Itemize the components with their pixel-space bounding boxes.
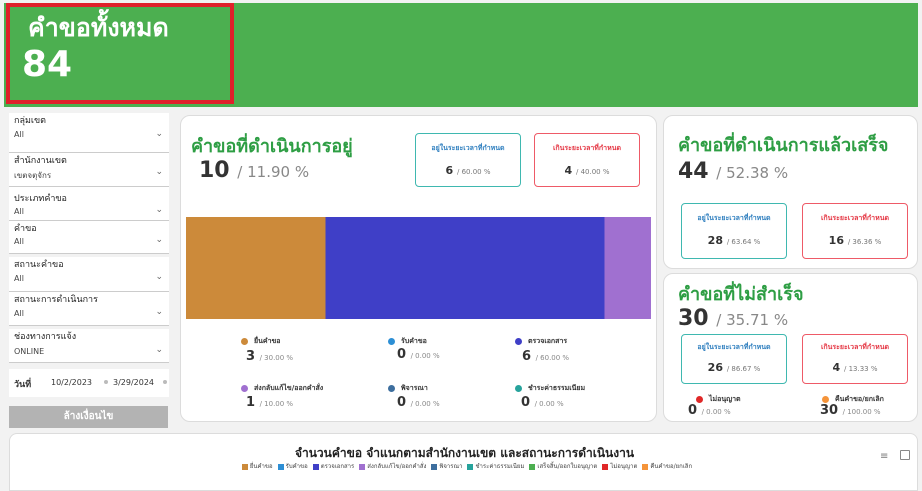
filter-district-office[interactable]: สำนักงานเขต เขตจตุจักร ⌄ bbox=[9, 153, 169, 187]
filter-request-type[interactable]: ประเภทคำขอ All ⌄ bbox=[9, 187, 169, 221]
chevron-down-icon: ⌄ bbox=[155, 345, 163, 355]
legend-dot-icon bbox=[388, 385, 395, 392]
in-progress-count: 10 / 11.90 % bbox=[199, 158, 310, 183]
legend-swatch-icon bbox=[642, 463, 649, 470]
legend-value: 0 / 0.00 % bbox=[521, 395, 564, 410]
in-progress-panel: คำขอที่ดำเนินการอยู่ 10 / 11.90 % อยู่ใน… bbox=[180, 115, 657, 422]
legend-value: 0 / 0.00 % bbox=[688, 403, 731, 418]
chevron-down-icon: ⌄ bbox=[155, 235, 163, 245]
legend-label: คืนคำขอ/ยกเลิก bbox=[650, 463, 693, 470]
date-range-filter: วันที่ 10/2/2023 3/29/2024 bbox=[9, 369, 169, 397]
chevron-down-icon: ⌄ bbox=[155, 272, 163, 282]
legend-swatch-icon bbox=[241, 463, 248, 470]
legend-swatch-icon bbox=[529, 463, 536, 470]
filter-district-group[interactable]: กลุ่มเขต All ⌄ bbox=[9, 113, 169, 153]
completed-title: คำขอที่ดำเนินการแล้วเสร็จ bbox=[678, 135, 889, 156]
legend-swatch-icon bbox=[467, 463, 474, 470]
total-requests-value: 84 bbox=[22, 44, 73, 85]
slider-handle[interactable] bbox=[104, 380, 108, 384]
filter-label: ประเภทคำขอ bbox=[14, 194, 67, 204]
completed-count: 44 / 52.38 % bbox=[678, 159, 789, 184]
legend-swatch-icon bbox=[312, 463, 319, 470]
filter-label: สำนักงานเขต bbox=[14, 156, 67, 166]
bar-segment-ตรวจเอกสาร[interactable] bbox=[325, 217, 605, 319]
filter-request[interactable]: คำขอ All ⌄ bbox=[9, 221, 169, 254]
legend-label: พิจารณา bbox=[439, 463, 463, 470]
legend-value: 1 / 10.00 % bbox=[246, 395, 294, 410]
legend-item: ยื่นคำขอ bbox=[241, 331, 281, 350]
legend-dot-icon bbox=[515, 385, 522, 392]
filter-value: เขตจตุจักร bbox=[14, 171, 52, 180]
failed-over-card: เกินระยะเวลาที่กำหนด 4 / 13.33 % bbox=[802, 334, 908, 384]
legend-item: ตรวจเอกสาร bbox=[515, 331, 567, 350]
chevron-down-icon: ⌄ bbox=[155, 205, 163, 215]
filter-channel[interactable]: ช่องทางการแจ้ง ONLINE ⌄ bbox=[9, 329, 169, 363]
failed-panel: คำขอที่ไม่สำเร็จ 30 / 35.71 % อยู่ในระยะ… bbox=[663, 273, 918, 422]
legend-value: 6 / 60.00 % bbox=[522, 349, 570, 364]
legend-swatch-icon bbox=[602, 463, 609, 470]
legend-swatch-icon bbox=[277, 463, 284, 470]
bar-segment-ยื่นคำขอ[interactable] bbox=[186, 217, 326, 319]
legend-label: ยื่นคำขอ bbox=[249, 463, 273, 470]
filter-value: All bbox=[14, 309, 24, 318]
completed-over-card: เกินระยะเวลาที่กำหนด 16 / 36.36 % bbox=[802, 203, 908, 259]
status-stacked-bar-chart bbox=[186, 217, 651, 319]
legend-dot-icon bbox=[696, 396, 703, 403]
clear-filters-button[interactable]: ล้างเงื่อนไข bbox=[9, 406, 168, 428]
legend-value: 0 / 0.00 % bbox=[397, 395, 440, 410]
legend-swatch-icon bbox=[431, 463, 438, 470]
filter-value: All bbox=[14, 207, 24, 216]
filter-value: All bbox=[14, 237, 24, 246]
date-label: วันที่ bbox=[14, 380, 32, 390]
legend-value: 0 / 0.00 % bbox=[397, 347, 440, 362]
legend-dot-icon bbox=[515, 338, 522, 345]
bottom-chart-legend: ยื่นคำขอ รับคำขอ ตรวจเอกสาร ส่งกลับแก้ไข/ออ… bbox=[10, 461, 919, 471]
filter-label: กลุ่มเขต bbox=[14, 116, 46, 126]
filter-value: ONLINE bbox=[14, 347, 45, 356]
in-progress-within-card: อยู่ในระยะเวลาที่กำหนด 6 / 60.00 % bbox=[415, 133, 521, 187]
chevron-down-icon: ⌄ bbox=[155, 129, 163, 139]
legend-value: 30 / 100.00 % bbox=[820, 403, 881, 418]
failed-within-card: อยู่ในระยะเวลาที่กำหนด 26 / 86.67 % bbox=[681, 334, 787, 384]
legend-dot-icon bbox=[241, 385, 248, 392]
filter-operation-status[interactable]: สถานะการดำเนินการ All ⌄ bbox=[9, 292, 169, 326]
filter-icon[interactable]: ≡ bbox=[880, 451, 888, 462]
date-from-input[interactable]: 10/2/2023 bbox=[51, 378, 92, 387]
legend-label: เสร็จสิ้น/ออกใบอนุญาต bbox=[537, 463, 598, 470]
completed-within-card: อยู่ในระยะเวลาที่กำหนด 28 / 63.64 % bbox=[681, 203, 787, 259]
failed-count: 30 / 35.71 % bbox=[678, 306, 789, 331]
date-to-input[interactable]: 3/29/2024 bbox=[113, 378, 154, 387]
legend-label: ส่งกลับแก้ไข/ออกคำสั่ง bbox=[367, 463, 427, 470]
legend-dot-icon bbox=[822, 396, 829, 403]
filter-label: ช่องทางการแจ้ง bbox=[14, 332, 77, 342]
chevron-down-icon: ⌄ bbox=[155, 167, 163, 177]
in-progress-title: คำขอที่ดำเนินการอยู่ bbox=[191, 136, 353, 157]
filter-value: All bbox=[14, 274, 24, 283]
filter-value: All bbox=[14, 130, 24, 139]
bar-segment-ส่งกลับแก้ไข/ออกคำสั่ง[interactable] bbox=[604, 217, 652, 319]
legend-dot-icon bbox=[241, 338, 248, 345]
filter-label: สถานะการดำเนินการ bbox=[14, 295, 98, 305]
district-status-chart-panel: จำนวนคำขอ จำแนกตามสำนักงานเขต และสถานะกา… bbox=[9, 433, 918, 491]
total-requests-label: คำขอทั้งหมด bbox=[28, 13, 169, 42]
filter-request-status[interactable]: สถานะคำขอ All ⌄ bbox=[9, 257, 169, 292]
legend-swatch-icon bbox=[359, 463, 366, 470]
legend-dot-icon bbox=[388, 338, 395, 345]
legend-label: ไม่อนุญาต bbox=[610, 463, 638, 470]
filter-label: คำขอ bbox=[14, 224, 37, 234]
slider-handle[interactable] bbox=[163, 380, 167, 384]
completed-panel: คำขอที่ดำเนินการแล้วเสร็จ 44 / 52.38 % อ… bbox=[663, 115, 918, 269]
legend-label: ตรวจเอกสาร bbox=[320, 463, 355, 470]
legend-label: รับคำขอ bbox=[285, 463, 308, 470]
expand-icon[interactable] bbox=[900, 450, 910, 460]
failed-title: คำขอที่ไม่สำเร็จ bbox=[678, 284, 804, 305]
chevron-down-icon: ⌄ bbox=[155, 307, 163, 317]
in-progress-over-card: เกินระยะเวลาที่กำหนด 4 / 40.00 % bbox=[534, 133, 640, 187]
legend-value: 3 / 30.00 % bbox=[246, 349, 294, 364]
legend-label: ชำระค่าธรรมเนียม bbox=[475, 463, 525, 470]
filter-label: สถานะคำขอ bbox=[14, 260, 64, 270]
